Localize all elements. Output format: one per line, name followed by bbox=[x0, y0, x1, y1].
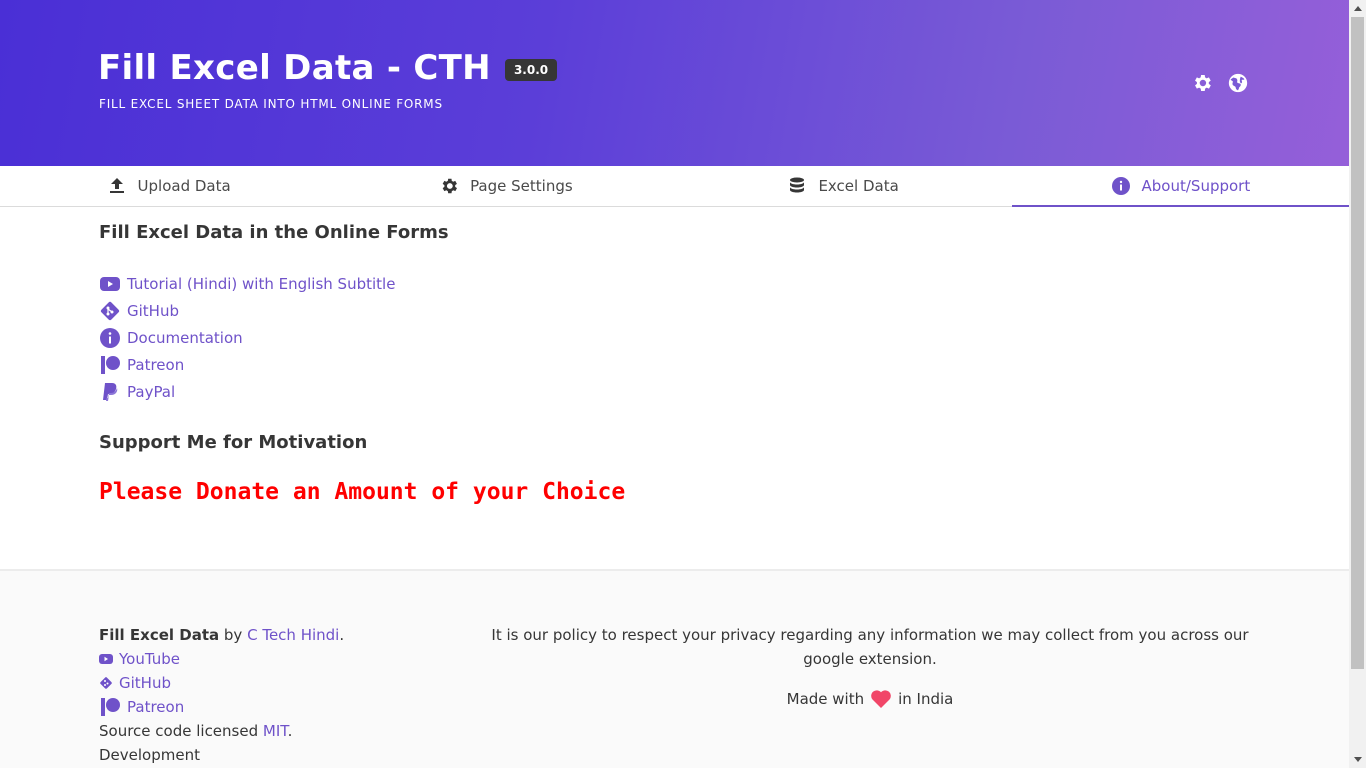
gear-icon[interactable] bbox=[1191, 72, 1213, 94]
gear-icon bbox=[439, 176, 459, 196]
author-link[interactable]: C Tech Hindi bbox=[247, 626, 339, 644]
donate-text: Please Donate an Amount of your Choice bbox=[99, 479, 626, 505]
footer-github-row: GitHub bbox=[99, 671, 344, 695]
list-item: Patreon bbox=[99, 351, 1249, 378]
scroll-up-icon[interactable] bbox=[1349, 0, 1366, 17]
footer-patreon-row: Patreon bbox=[99, 695, 344, 719]
patreon-icon bbox=[99, 696, 121, 718]
tab-excel-data[interactable]: Excel Data bbox=[675, 166, 1012, 206]
git-icon bbox=[99, 300, 121, 322]
license-line: Source code licensed MIT. bbox=[99, 719, 344, 743]
list-item: Tutorial (Hindi) with English Subtitle bbox=[99, 270, 1249, 297]
list-item: Documentation bbox=[99, 324, 1249, 351]
tab-label: Page Settings bbox=[470, 177, 573, 195]
license-link[interactable]: MIT bbox=[263, 722, 288, 740]
patreon-icon bbox=[99, 354, 121, 376]
vertical-scrollbar[interactable] bbox=[1349, 0, 1366, 768]
app-subtitle: FILL EXCEL SHEET DATA INTO HTML ONLINE F… bbox=[99, 97, 443, 111]
by-text: by bbox=[223, 626, 243, 644]
hero-actions bbox=[1191, 72, 1249, 94]
documentation-link[interactable]: Documentation bbox=[127, 329, 243, 347]
youtube-icon bbox=[99, 273, 121, 295]
footer-credits: Fill Excel Data by C Tech Hindi. YouTube… bbox=[99, 623, 344, 767]
youtube-icon bbox=[99, 652, 113, 666]
support-heading: Support Me for Motivation bbox=[99, 432, 368, 453]
git-icon bbox=[99, 676, 113, 690]
resource-links: Tutorial (Hindi) with English Subtitle G… bbox=[99, 270, 1249, 405]
period-text: . bbox=[339, 626, 345, 644]
list-item: GitHub bbox=[99, 297, 1249, 324]
list-item: PayPal bbox=[99, 378, 1249, 405]
made-in-text: in India bbox=[898, 690, 954, 708]
upload-icon bbox=[107, 176, 127, 196]
footer: Fill Excel Data by C Tech Hindi. YouTube… bbox=[0, 569, 1349, 768]
made-with-line: Made with in India bbox=[490, 687, 1250, 711]
paypal-link[interactable]: PayPal bbox=[127, 383, 175, 401]
database-icon bbox=[787, 176, 807, 196]
heart-icon bbox=[870, 689, 892, 709]
tab-bar: Upload Data Page Settings Excel Data Abo… bbox=[0, 166, 1349, 207]
footer-youtube-link[interactable]: YouTube bbox=[119, 647, 180, 671]
development-text: Development bbox=[99, 746, 200, 764]
credit-line: Fill Excel Data by C Tech Hindi. bbox=[99, 623, 344, 647]
footer-app-name: Fill Excel Data bbox=[99, 626, 220, 644]
info-icon bbox=[99, 327, 121, 349]
tab-about-support[interactable]: About/Support bbox=[1011, 166, 1349, 207]
tab-page-settings[interactable]: Page Settings bbox=[337, 166, 674, 206]
license-suffix: . bbox=[287, 722, 293, 740]
globe-icon[interactable] bbox=[1227, 72, 1249, 94]
tab-upload-data[interactable]: Upload Data bbox=[0, 166, 337, 206]
hero-title-row: Fill Excel Data - CTH 3.0.0 bbox=[98, 48, 558, 88]
scrollbar-thumb[interactable] bbox=[1351, 17, 1364, 669]
app-title: Fill Excel Data - CTH bbox=[98, 48, 491, 88]
github-link[interactable]: GitHub bbox=[127, 302, 179, 320]
tab-label: Upload Data bbox=[137, 177, 231, 195]
page: Fill Excel Data - CTH 3.0.0 FILL EXCEL S… bbox=[0, 0, 1349, 768]
paypal-icon bbox=[99, 381, 121, 403]
footer-policy: It is our policy to respect your privacy… bbox=[490, 623, 1250, 711]
hero-header: Fill Excel Data - CTH 3.0.0 FILL EXCEL S… bbox=[0, 0, 1349, 166]
tab-label: Excel Data bbox=[818, 177, 899, 195]
scroll-down-icon[interactable] bbox=[1349, 751, 1366, 768]
footer-patreon-link[interactable]: Patreon bbox=[127, 695, 184, 719]
footer-youtube-row: YouTube bbox=[99, 647, 344, 671]
tab-label: About/Support bbox=[1141, 176, 1251, 195]
privacy-text: It is our policy to respect your privacy… bbox=[491, 626, 1249, 668]
tutorial-link[interactable]: Tutorial (Hindi) with English Subtitle bbox=[127, 275, 395, 293]
about-content: Fill Excel Data in the Online Forms Tuto… bbox=[99, 222, 1249, 505]
version-badge: 3.0.0 bbox=[504, 59, 558, 81]
footer-github-link[interactable]: GitHub bbox=[119, 671, 171, 695]
made-with-text: Made with bbox=[786, 690, 865, 708]
info-icon bbox=[1111, 176, 1131, 196]
patreon-link[interactable]: Patreon bbox=[127, 356, 184, 374]
section-heading: Fill Excel Data in the Online Forms bbox=[99, 222, 449, 243]
license-prefix: Source code licensed bbox=[99, 722, 259, 740]
